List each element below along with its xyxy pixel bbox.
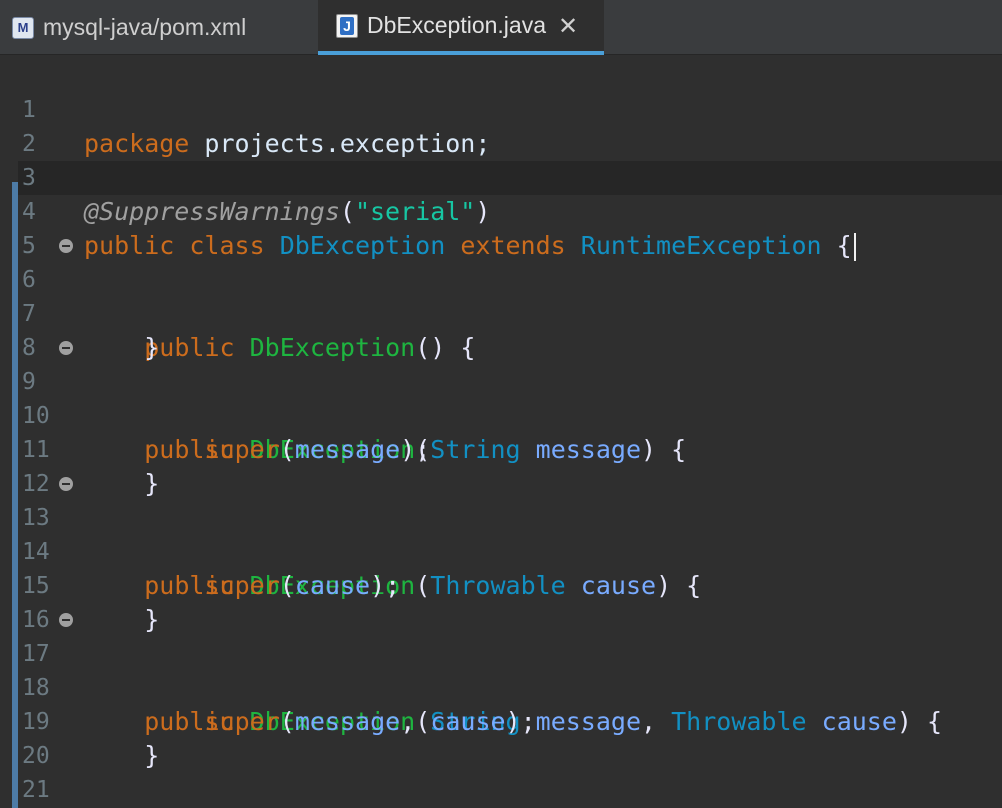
tab-dbexception-java-label: DbException.java (367, 12, 546, 38)
collapse-fold-icon[interactable] (59, 477, 73, 491)
code-line-18[interactable]: 18 super(message, cause); (0, 637, 1002, 736)
code-line-4[interactable]: 4 public class DbException extends Runti… (0, 161, 1002, 261)
code-line-21[interactable]: 21 } (0, 739, 1002, 803)
java-file-icon-letter: J (343, 17, 351, 34)
collapse-fold-icon[interactable] (59, 613, 73, 627)
code-line-13[interactable]: 13 public DbException(Throwable cause) { (0, 467, 1002, 600)
code-line-22[interactable]: 22 (0, 773, 1002, 807)
editor-tab-bar: M mysql-java/pom.xml J DbException.java … (0, 0, 1002, 55)
tab-dbexception-java[interactable]: J DbException.java ✕ (318, 0, 604, 55)
collapse-fold-icon[interactable] (59, 341, 73, 355)
code-line-6[interactable]: 6 public DbException() { (0, 229, 1002, 362)
code-line-19[interactable]: 19 } (0, 671, 1002, 770)
code-line-8[interactable]: 8 (0, 297, 1002, 361)
java-file-icon: J (336, 13, 358, 38)
tab-pom-xml-label: mysql-java/pom.xml (43, 14, 247, 40)
tab-pom-xml[interactable]: M mysql-java/pom.xml (0, 0, 292, 55)
code-editor[interactable]: 1 package projects.exception; 2 3 @Suppr… (0, 55, 1002, 808)
code-line-2[interactable]: 2 (0, 93, 1002, 157)
collapse-fold-icon[interactable] (59, 239, 73, 253)
maven-xml-file-icon: M (12, 16, 34, 39)
code-line-12[interactable]: 12 (0, 433, 1002, 497)
code-line-1[interactable]: 1 package projects.exception; (0, 59, 1002, 158)
code-line-16[interactable]: 16 (0, 569, 1002, 633)
close-tab-icon[interactable]: ✕ (558, 14, 578, 38)
eclipse-editor-window: M mysql-java/pom.xml J DbException.java … (0, 0, 1002, 808)
code-line-14[interactable]: 14 super(cause); (0, 501, 1002, 600)
code-line-20[interactable]: 20 (0, 705, 1002, 769)
code-line-5[interactable]: 5 (0, 195, 1002, 259)
code-line-7[interactable]: 7 } (0, 263, 1002, 362)
code-line-15[interactable]: 15 } (0, 535, 1002, 634)
code-line-3[interactable]: 3 @SuppressWarnings("serial") (0, 127, 1002, 226)
code-line-10[interactable]: 10 super(message); (0, 365, 1002, 464)
code-line-9[interactable]: 9 public DbException(String message) { (0, 331, 1002, 464)
code-line-17[interactable]: 17 public DbException(String message, Th… (0, 603, 1002, 736)
code-line-11[interactable]: 11 } (0, 399, 1002, 498)
